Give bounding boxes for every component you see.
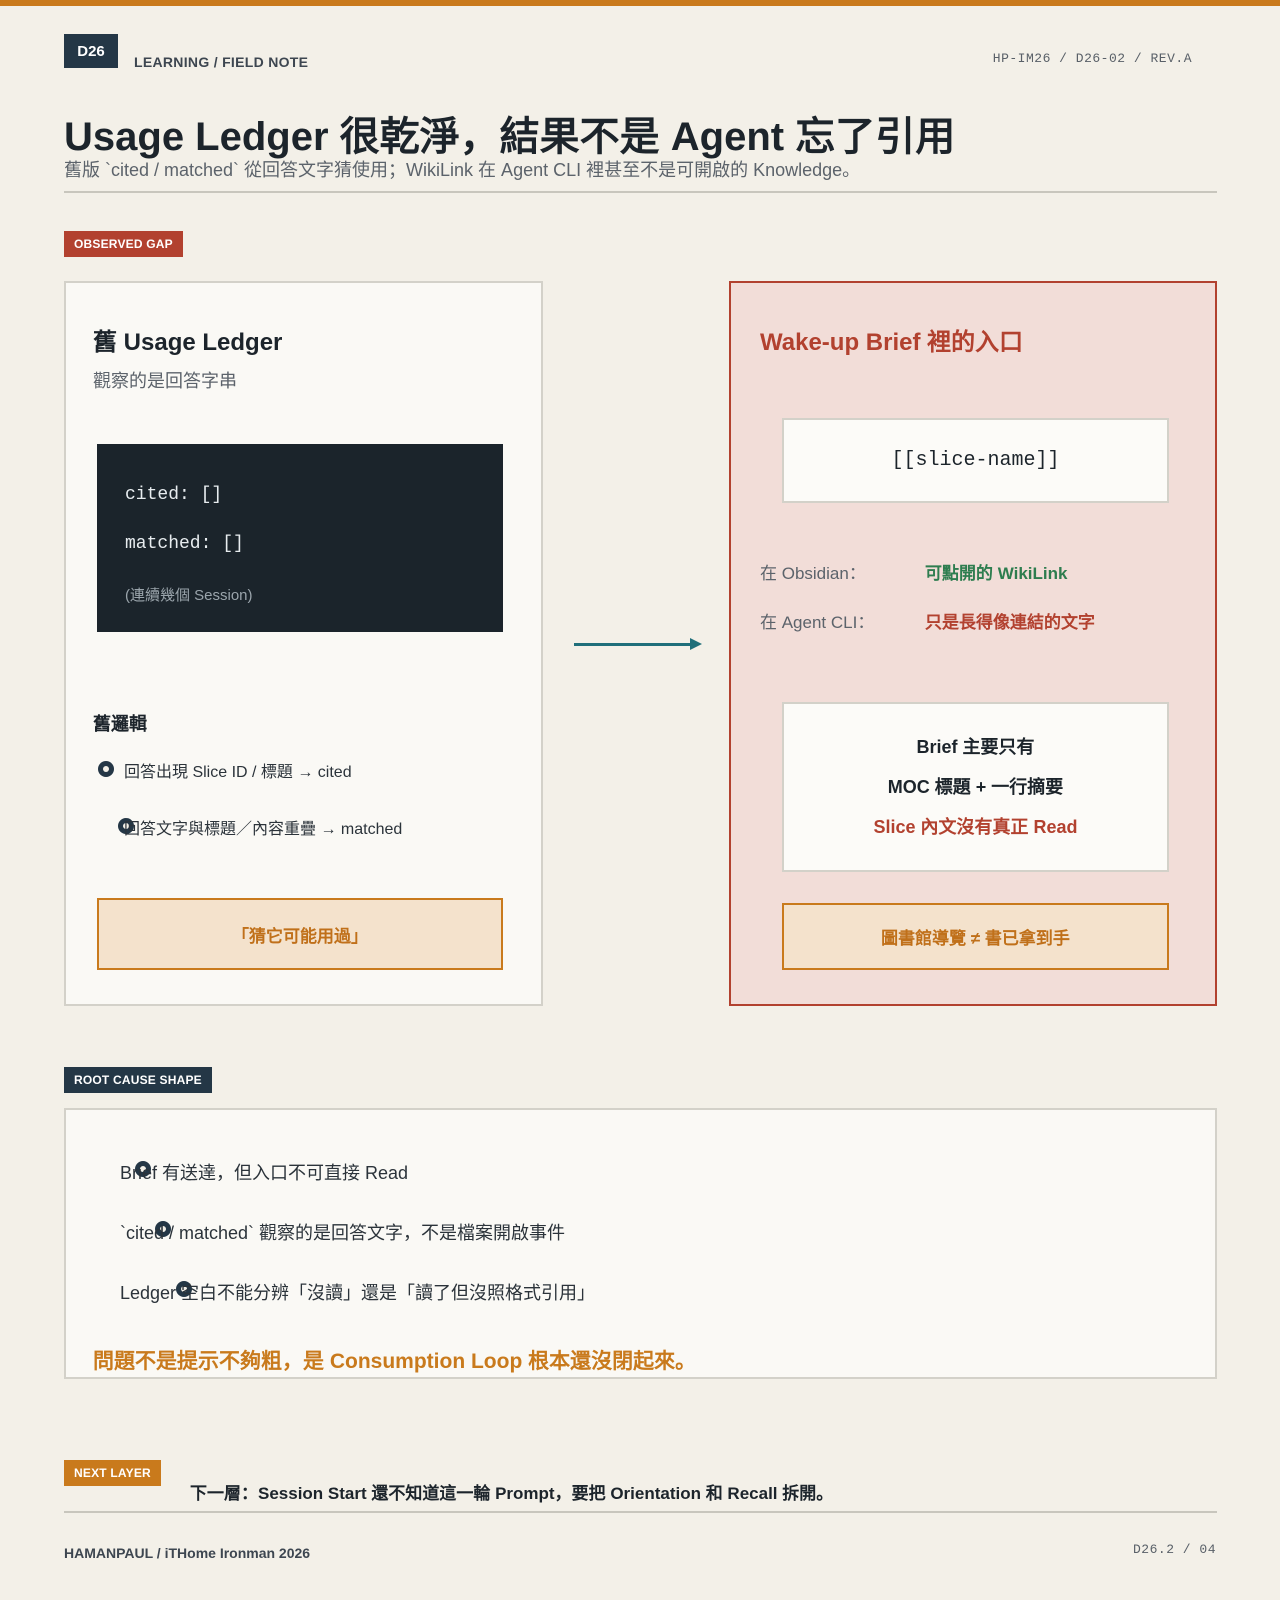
footer-divider (64, 1511, 1217, 1513)
arrow-connector (574, 643, 690, 646)
old-logic-bullet: 回答文字與標題／內容重疊 → matched (124, 821, 403, 838)
old-ledger-subtitle: 觀察的是回答字串 (93, 371, 237, 391)
wakeup-brief-title: Wake-up Brief 裡的入口 (760, 329, 1024, 356)
obsidian-value: 可點開的 WikiLink (925, 564, 1068, 583)
document-reference: HP-IM26 / D26-02 / REV.A (992, 51, 1192, 66)
root-cause-bullet: Ledger 空白不能分辨「沒讀」還是「讀了但沒照格式引用」 (120, 1283, 596, 1303)
agent-cli-value: 只是長得像連結的文字 (925, 613, 1095, 632)
wikilink-example: [[slice-name]] (782, 418, 1169, 503)
top-accent-bar (0, 0, 1280, 6)
code-note: (連續幾個 Session) (125, 587, 253, 604)
old-ledger-title: 舊 Usage Ledger (93, 329, 283, 356)
wakeup-brief-card (729, 281, 1217, 1006)
day-badge: D26 (64, 34, 118, 68)
page-subtitle: 舊版 `cited / matched` 從回答文字猜使用；WikiLink 在… (64, 160, 861, 180)
brief-line-2: MOC 標題 + 一行摘要 (887, 777, 1064, 797)
arrow-right-icon (690, 638, 702, 650)
root-cause-bullet: `cited / matched` 觀察的是回答文字，不是檔案開啟事件 (120, 1223, 566, 1243)
kicker-label: LEARNING / FIELD NOTE (134, 54, 309, 70)
next-layer-tag: NEXT LAYER (64, 1460, 161, 1486)
footer-credit: HAMANPAUL / iTHome Ironman 2026 (64, 1545, 311, 1561)
code-line-cited: cited: [] (125, 485, 223, 505)
agent-cli-label: 在 Agent CLI： (760, 613, 875, 632)
next-layer-text: 下一層：Session Start 還不知道這一輪 Prompt，要把 Orie… (190, 1484, 834, 1503)
page-title: Usage Ledger 很乾淨，結果不是 Agent 忘了引用 (64, 115, 956, 159)
brief-line-1: Brief 主要只有 (916, 737, 1035, 757)
obsidian-label: 在 Obsidian： (760, 564, 866, 583)
old-logic-bullet: 回答出現 Slice ID / 標題 → cited (124, 764, 352, 781)
root-cause-bullet: Brief 有送達，但入口不可直接 Read (120, 1163, 409, 1183)
guess-callout: 「猜它可能用過」 (97, 898, 503, 970)
library-callout: 圖書館導覽 ≠ 書已拿到手 (782, 903, 1169, 970)
root-cause-tag: ROOT CAUSE SHAPE (64, 1067, 212, 1093)
old-logic-heading: 舊邏輯 (93, 714, 147, 734)
code-line-matched: matched: [] (125, 534, 244, 554)
header-divider (64, 191, 1217, 193)
brief-line-3: Slice 內文沒有真正 Read (873, 817, 1078, 837)
root-cause-conclusion: 問題不是提示不夠粗，是 Consumption Loop 根本還沒閉起來。 (93, 1350, 697, 1373)
bullet-dot-icon (98, 761, 114, 777)
observed-gap-tag: OBSERVED GAP (64, 231, 183, 257)
page-number: D26.2 / 04 (1132, 1542, 1216, 1557)
